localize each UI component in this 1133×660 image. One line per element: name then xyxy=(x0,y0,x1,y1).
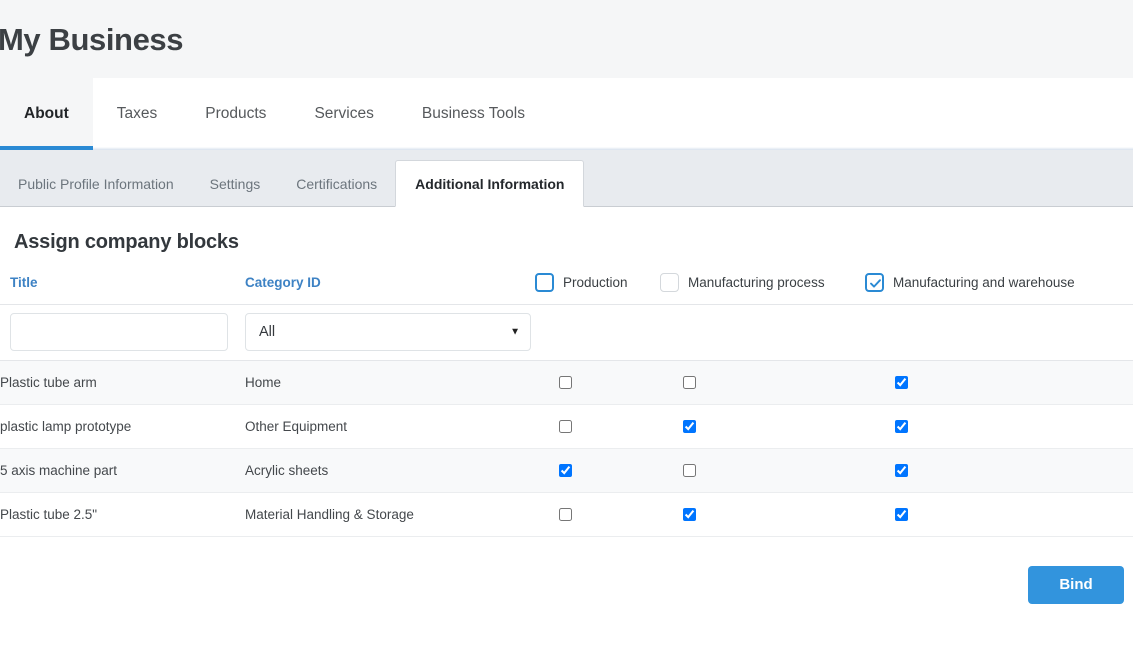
cell-category: Material Handling & Storage xyxy=(245,492,535,537)
filter-cell-production xyxy=(535,304,660,361)
header-checkbox-manufacturing-process-label: Manufacturing process xyxy=(688,275,825,291)
subtab-public-profile-information-label: Public Profile Information xyxy=(18,176,174,192)
header-checkbox-manufacturing-process[interactable]: Manufacturing process xyxy=(660,273,865,293)
tab-business-tools[interactable]: Business Tools xyxy=(398,78,549,150)
filter-cell-manufacturing-process xyxy=(660,304,865,361)
cell-production xyxy=(535,360,660,405)
subtab-public-profile-information[interactable]: Public Profile Information xyxy=(0,161,192,206)
row-checkbox-manufacturing-process[interactable] xyxy=(683,464,696,478)
tab-business-tools-label: Business Tools xyxy=(421,105,525,122)
column-header-title[interactable]: Title xyxy=(0,270,245,305)
header-checkbox-production-label: Production xyxy=(563,275,628,291)
table-header-row: Title Category ID Production Manufacturi… xyxy=(0,270,1133,305)
tab-products[interactable]: Products xyxy=(181,78,290,150)
column-header-title-link[interactable]: Title xyxy=(10,275,38,290)
tab-products-label: Products xyxy=(205,105,267,122)
table-row: 5 axis machine part Acrylic sheets xyxy=(0,448,1133,493)
filter-cell-category: All ▼ xyxy=(245,304,535,361)
table-row: Plastic tube 2.5" Material Handling & St… xyxy=(0,492,1133,537)
category-filter-wrapper: All ▼ xyxy=(245,312,531,351)
row-checkbox-manufacturing-and-warehouse[interactable] xyxy=(895,376,908,390)
header-checkbox-manufacturing-and-warehouse-label: Manufacturing and warehouse xyxy=(893,275,1075,291)
filter-cell-manufacturing-and-warehouse xyxy=(865,304,1133,361)
row-checkbox-manufacturing-and-warehouse[interactable] xyxy=(895,464,908,478)
row-checkbox-production[interactable] xyxy=(559,420,572,434)
table-header: Title Category ID Production Manufacturi… xyxy=(0,270,1133,305)
tab-about[interactable]: About xyxy=(0,78,93,150)
tab-services[interactable]: Services xyxy=(290,78,397,150)
subtab-settings[interactable]: Settings xyxy=(192,161,279,206)
header-checkbox-production[interactable]: Production xyxy=(535,273,660,293)
header-checkbox-manufacturing-and-warehouse[interactable]: Manufacturing and warehouse xyxy=(865,273,1133,293)
cell-manufacturing-process xyxy=(660,404,865,449)
table-body: All ▼ Plastic tube arm Home plastic lamp… xyxy=(0,304,1133,537)
column-header-manufacturing-and-warehouse: Manufacturing and warehouse xyxy=(865,270,1133,305)
cell-manufacturing-process xyxy=(660,448,865,493)
checkbox-checked-icon xyxy=(865,273,884,293)
cell-title: plastic lamp prototype xyxy=(0,404,245,449)
table-row: Plastic tube arm Home xyxy=(0,360,1133,405)
content-area: Assign company blocks Title Category ID … xyxy=(0,207,1133,633)
tab-taxes[interactable]: Taxes xyxy=(93,78,182,150)
checkbox-unchecked-icon xyxy=(535,273,554,293)
cell-category: Acrylic sheets xyxy=(245,448,535,493)
category-filter-select[interactable]: All xyxy=(245,312,531,351)
table-row: plastic lamp prototype Other Equipment xyxy=(0,404,1133,449)
row-checkbox-manufacturing-and-warehouse[interactable] xyxy=(895,508,908,522)
primary-tab-bar: About Taxes Products Services Business T… xyxy=(0,78,1133,150)
cell-category: Other Equipment xyxy=(245,404,535,449)
cell-title: Plastic tube 2.5" xyxy=(0,492,245,537)
row-checkbox-manufacturing-and-warehouse[interactable] xyxy=(895,420,908,434)
cell-title: 5 axis machine part xyxy=(0,448,245,493)
cell-category: Home xyxy=(245,360,535,405)
subtab-certifications-label: Certifications xyxy=(296,176,378,192)
cell-production xyxy=(535,492,660,537)
cell-manufacturing-and-warehouse xyxy=(865,448,1133,493)
checkbox-unchecked-icon xyxy=(660,273,679,293)
row-checkbox-production[interactable] xyxy=(559,376,572,390)
tab-services-label: Services xyxy=(314,105,374,122)
bind-button[interactable]: Bind xyxy=(1028,565,1124,604)
page-header: My Business xyxy=(0,0,1133,78)
row-checkbox-production[interactable] xyxy=(559,508,572,522)
section-title: Assign company blocks xyxy=(14,231,239,253)
page-title: My Business xyxy=(0,21,184,57)
tab-about-label: About xyxy=(24,105,69,122)
subtab-additional-information-label: Additional Information xyxy=(415,175,565,192)
cell-production xyxy=(535,448,660,493)
tab-taxes-label: Taxes xyxy=(116,105,158,122)
subtab-certifications[interactable]: Certifications xyxy=(278,161,395,206)
cell-manufacturing-process xyxy=(660,492,865,537)
cell-manufacturing-process xyxy=(660,360,865,405)
cell-manufacturing-and-warehouse xyxy=(865,360,1133,405)
cell-title: Plastic tube arm xyxy=(0,360,245,405)
company-blocks-table: Title Category ID Production Manufacturi… xyxy=(0,270,1133,537)
cell-production xyxy=(535,404,660,449)
column-header-manufacturing-process: Manufacturing process xyxy=(660,270,865,305)
title-filter-input[interactable] xyxy=(10,312,228,351)
row-checkbox-manufacturing-process[interactable] xyxy=(683,376,696,390)
column-header-category-link[interactable]: Category ID xyxy=(245,275,321,290)
row-checkbox-manufacturing-process[interactable] xyxy=(683,420,696,434)
subtab-additional-information[interactable]: Additional Information xyxy=(395,160,585,207)
column-header-production: Production xyxy=(535,270,660,305)
subtab-settings-label: Settings xyxy=(209,176,261,192)
footer-actions: Bind xyxy=(0,537,1133,633)
sub-tab-bar: Public Profile Information Settings Cert… xyxy=(0,150,1133,207)
row-checkbox-production[interactable] xyxy=(559,464,572,478)
column-header-category[interactable]: Category ID xyxy=(245,270,535,305)
cell-manufacturing-and-warehouse xyxy=(865,492,1133,537)
row-checkbox-manufacturing-process[interactable] xyxy=(683,508,696,522)
filter-row: All ▼ xyxy=(0,304,1133,361)
cell-manufacturing-and-warehouse xyxy=(865,404,1133,449)
filter-cell-title xyxy=(0,304,245,361)
